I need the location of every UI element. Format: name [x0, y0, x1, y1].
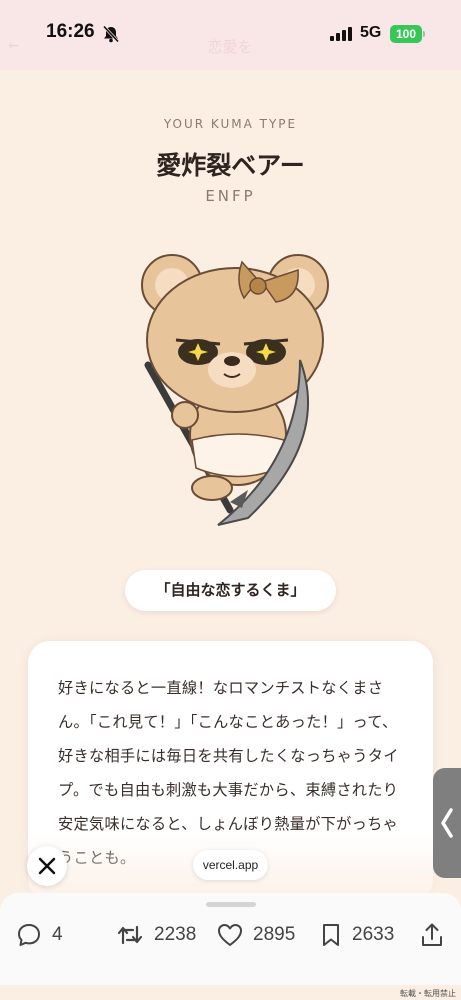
signal-icon: [330, 27, 352, 41]
bear-illustration: [141, 254, 329, 526]
type-name: 愛炸裂ベアー: [156, 151, 305, 180]
bookmark-count: 2633: [352, 924, 395, 945]
repost-icon: [117, 925, 143, 945]
ghost-back-arrow: ←: [8, 38, 20, 54]
battery-indicator: 100: [390, 25, 422, 43]
reply-icon: [18, 924, 40, 946]
reply-count: 4: [52, 924, 63, 945]
repost-count: 2238: [154, 924, 197, 945]
reply-button[interactable]: 4: [16, 918, 63, 952]
share-button[interactable]: [420, 918, 444, 952]
status-time: 16:26: [46, 21, 95, 42]
ghost-page-title: 恋愛を: [207, 38, 253, 56]
close-icon: [38, 857, 56, 875]
close-button[interactable]: [27, 846, 67, 886]
footnote: 転載・転用禁止: [400, 989, 456, 998]
like-count: 2895: [253, 924, 296, 945]
bookmark-button[interactable]: 2633: [320, 918, 394, 952]
repost-button[interactable]: 2238: [116, 918, 196, 952]
domain-pill[interactable]: vercel.app: [193, 850, 268, 880]
chevron-left-icon: [441, 808, 453, 838]
bell-off-icon: [102, 25, 120, 43]
grab-handle[interactable]: [206, 902, 256, 907]
catchphrase-badge: 「自由な恋するくま」: [125, 570, 336, 611]
mbti-code: ENFP: [205, 187, 256, 205]
type-label: YOUR KUMA TYPE: [163, 117, 298, 131]
heart-icon: [218, 924, 242, 946]
like-button[interactable]: 2895: [217, 918, 295, 952]
network-type: 5G: [360, 24, 382, 41]
share-icon: [422, 923, 442, 946]
side-panel-handle[interactable]: [433, 768, 461, 878]
bookmark-icon: [323, 924, 339, 946]
